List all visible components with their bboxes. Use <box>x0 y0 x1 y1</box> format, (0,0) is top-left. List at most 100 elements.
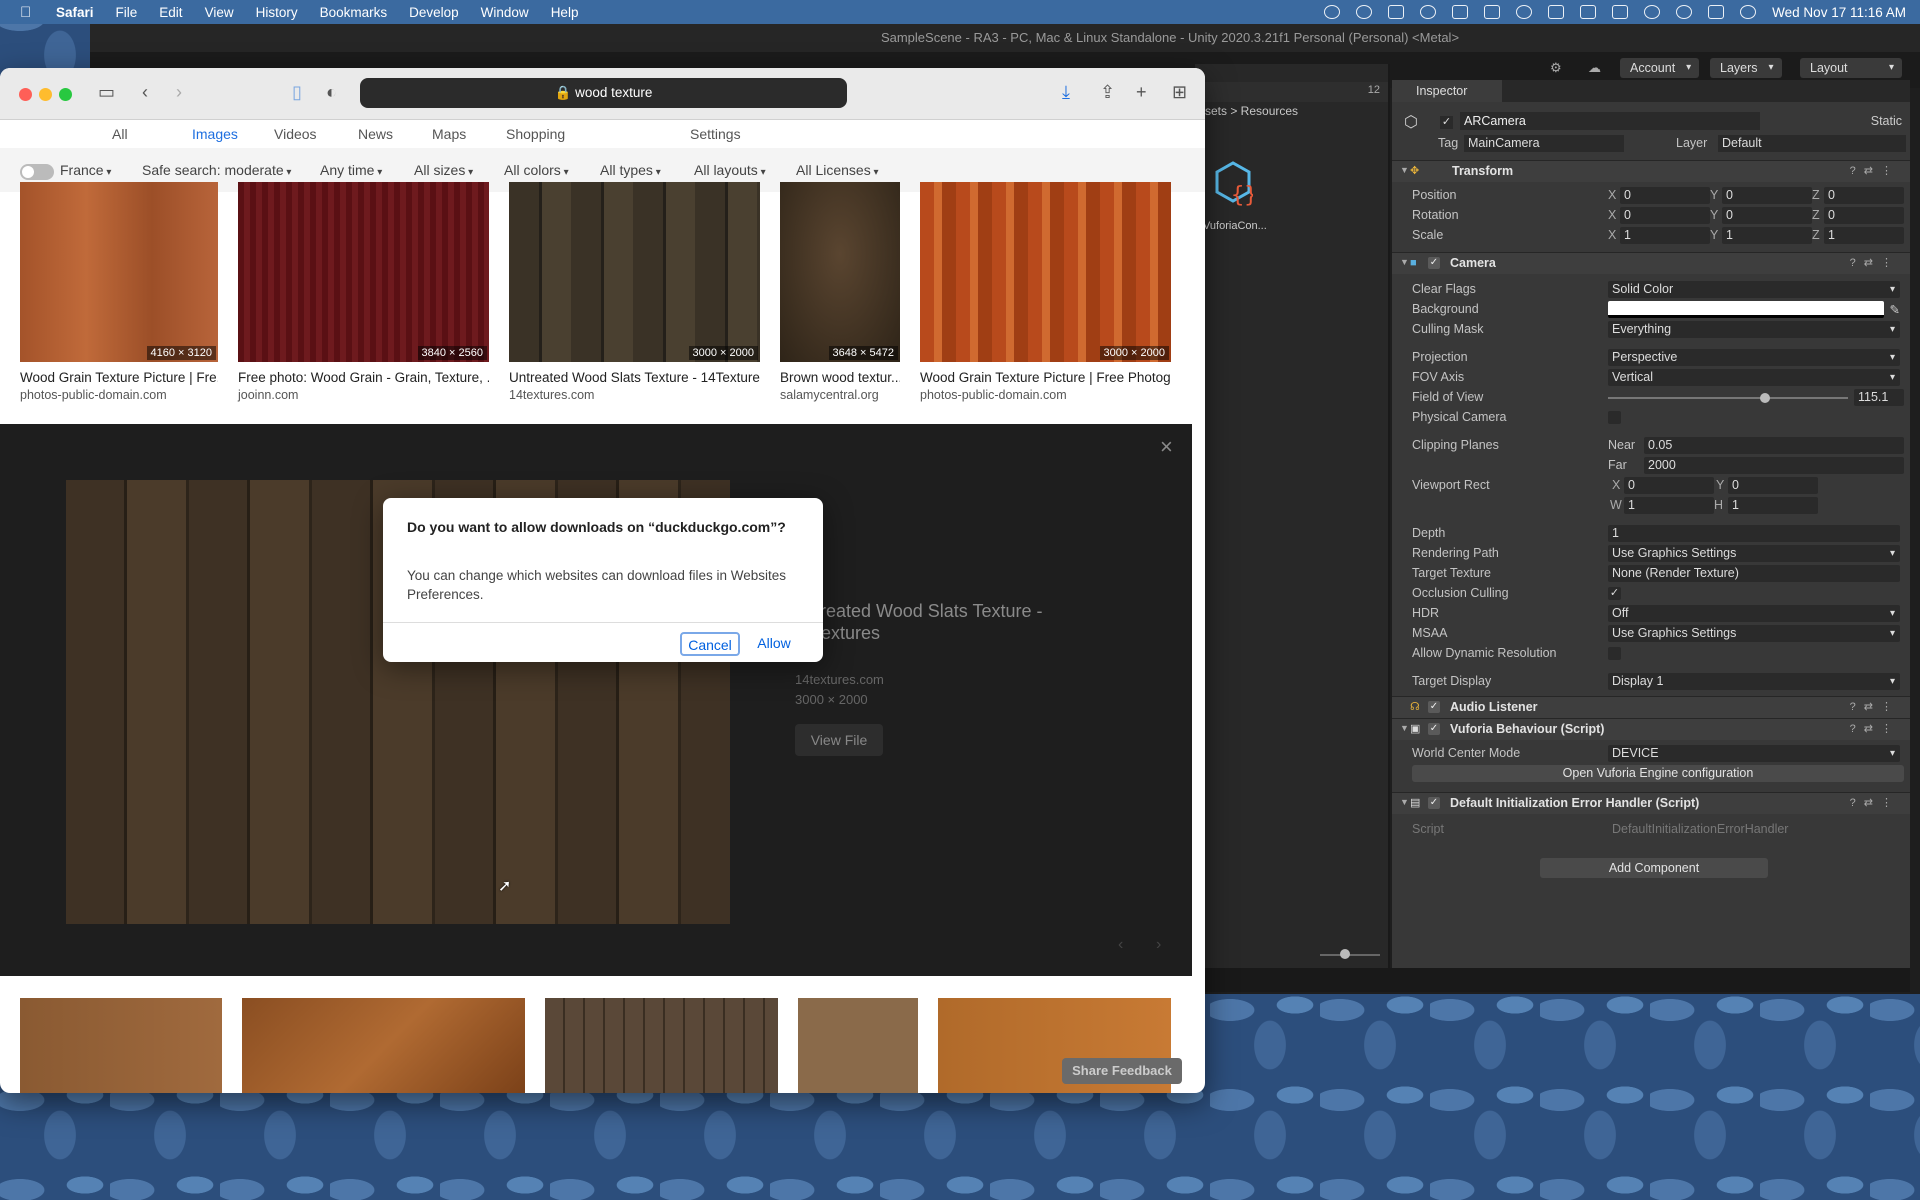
menu-app[interactable]: Safari <box>56 5 94 20</box>
collab-icon[interactable]: ⚙ <box>1550 60 1562 76</box>
rot-z[interactable]: 0 <box>1824 207 1904 224</box>
audio-header[interactable]: ☊ ✓ Audio Listener ?⇄⋮ <box>1392 696 1910 718</box>
layout-dropdown[interactable]: Layout <box>1800 58 1902 78</box>
pos-y[interactable]: 0 <box>1722 187 1812 204</box>
background-color-field[interactable] <box>1608 301 1884 318</box>
result-title[interactable]: Wood Grain Texture Picture | Free Photog… <box>920 370 1171 385</box>
filter-license[interactable]: All Licenses <box>796 162 879 178</box>
search-icon[interactable] <box>1676 5 1693 19</box>
depth-field[interactable]: 1 <box>1608 525 1900 542</box>
region-toggle[interactable] <box>20 164 54 180</box>
result-domain[interactable]: salamycentral.org <box>780 388 879 402</box>
menu-edit[interactable]: Edit <box>159 5 182 20</box>
far-field[interactable]: 2000 <box>1644 457 1904 474</box>
cancel-button[interactable]: Cancel <box>680 632 740 656</box>
allow-button[interactable]: Allow <box>751 632 797 656</box>
tag-dropdown[interactable]: MainCamera <box>1464 135 1624 152</box>
filter-safesearch[interactable]: Safe search: moderate <box>142 162 291 178</box>
cloud-icon[interactable] <box>1388 5 1405 19</box>
component-menu-icon[interactable]: ?⇄⋮ <box>1850 700 1900 713</box>
component-menu-icon[interactable]: ?⇄⋮ <box>1850 256 1900 269</box>
physical-checkbox[interactable] <box>1608 411 1621 424</box>
menu-help[interactable]: Help <box>551 5 579 20</box>
vuforia-header[interactable]: ▼ ▣ ✓ Vuforia Behaviour (Script) ?⇄⋮ <box>1392 718 1910 740</box>
menu-view[interactable]: View <box>205 5 234 20</box>
prev-image-icon[interactable]: ‹ <box>1118 936 1123 954</box>
bluetooth-icon[interactable] <box>1516 5 1533 19</box>
privacy-shield-icon[interactable]: ◐ <box>326 82 337 103</box>
next-image-icon[interactable]: › <box>1156 936 1161 954</box>
culling-dropdown[interactable]: Everything <box>1608 321 1900 338</box>
fov-axis-dropdown[interactable]: Vertical <box>1608 369 1900 386</box>
tab-inspector[interactable]: Inspector <box>1392 80 1502 102</box>
dynres-checkbox[interactable] <box>1608 647 1621 660</box>
component-menu-icon[interactable]: ?⇄⋮ <box>1850 796 1900 809</box>
menu-file[interactable]: File <box>116 5 138 20</box>
result-domain[interactable]: 14textures.com <box>509 388 594 402</box>
fov-field[interactable]: 115.1 <box>1854 389 1904 406</box>
share-feedback-button[interactable]: Share Feedback <box>1062 1058 1182 1084</box>
hdr-dropdown[interactable]: Off <box>1608 605 1900 622</box>
menu-develop[interactable]: Develop <box>409 5 459 20</box>
result-title[interactable]: Free photo: Wood Grain - Grain, Texture,… <box>238 370 489 385</box>
rot-x[interactable]: 0 <box>1620 207 1710 224</box>
vuforia-config-icon[interactable]: {} <box>1213 160 1253 206</box>
handler-enabled-checkbox[interactable]: ✓ <box>1428 797 1440 809</box>
mute-icon[interactable] <box>1548 5 1565 19</box>
view-file-button[interactable]: View File <box>795 724 883 756</box>
control-center-icon[interactable] <box>1708 5 1725 19</box>
new-tab-icon[interactable]: + <box>1136 82 1147 103</box>
result-title[interactable]: Untreated Wood Slats Texture - 14Texture… <box>509 370 760 385</box>
detail-domain[interactable]: 14textures.com <box>795 672 884 687</box>
result-domain[interactable]: jooinn.com <box>238 388 298 402</box>
tab-news[interactable]: News <box>358 126 393 142</box>
target-display-dropdown[interactable]: Display 1 <box>1608 673 1900 690</box>
projection-dropdown[interactable]: Perspective <box>1608 349 1900 366</box>
menu-window[interactable]: Window <box>481 5 529 20</box>
transform-header[interactable]: ▼ ✥ Transform ?⇄⋮ <box>1392 160 1910 182</box>
zoom-slider[interactable] <box>1320 949 1380 959</box>
result-title[interactable]: Wood Grain Texture Picture | Fre... <box>20 370 218 385</box>
result-image[interactable] <box>20 998 222 1093</box>
share-icon[interactable]: ⇪ <box>1100 82 1115 103</box>
result-image[interactable]: 3840 × 2560 <box>238 182 489 362</box>
result-image[interactable] <box>798 998 918 1093</box>
result-image[interactable]: 3648 × 5472 <box>780 182 900 362</box>
component-menu-icon[interactable]: ?⇄⋮ <box>1850 164 1900 177</box>
vuforia-enabled-checkbox[interactable]: ✓ <box>1428 723 1440 735</box>
result-image[interactable]: 3000 × 2000 <box>509 182 760 362</box>
target-tex-field[interactable]: None (Render Texture) <box>1608 565 1900 582</box>
sidebar-icon[interactable]: ▭ <box>98 82 115 103</box>
downloads-icon[interactable]: ⤓ <box>1062 82 1070 103</box>
viewport-w[interactable]: 1 <box>1624 497 1714 514</box>
open-vuforia-config-button[interactable]: Open Vuforia Engine configuration <box>1412 765 1904 782</box>
result-domain[interactable]: photos-public-domain.com <box>920 388 1067 402</box>
object-name-field[interactable]: ARCamera <box>1460 112 1760 130</box>
world-center-dropdown[interactable]: DEVICE <box>1608 745 1900 762</box>
tab-shopping[interactable]: Shopping <box>506 126 565 142</box>
filter-size[interactable]: All sizes <box>414 162 473 178</box>
cloud-services-icon[interactable]: ☁ <box>1588 60 1601 76</box>
scale-y[interactable]: 1 <box>1722 227 1812 244</box>
battery-icon[interactable] <box>1580 5 1597 19</box>
occlusion-checkbox[interactable]: ✓ <box>1608 587 1621 600</box>
minimize-window-icon[interactable] <box>39 88 52 101</box>
tab-images[interactable]: Images <box>192 126 238 142</box>
detail-title[interactable]: Untreated Wood Slats Texture - 14Texture… <box>792 600 1092 644</box>
filter-type[interactable]: All types <box>600 162 661 178</box>
eyedropper-icon[interactable]: ✎ <box>1890 302 1900 317</box>
near-field[interactable]: 0.05 <box>1644 437 1904 454</box>
camera-header[interactable]: ▼ ■ ✓ Camera ?⇄⋮ <box>1392 252 1910 274</box>
address-bar[interactable]: 🔒 wood texture <box>360 78 847 108</box>
asset-label[interactable]: VuforiaCon... <box>1203 220 1267 232</box>
scale-z[interactable]: 1 <box>1824 227 1904 244</box>
filter-region[interactable]: France <box>60 162 111 178</box>
close-detail-icon[interactable]: × <box>1160 434 1173 460</box>
filter-layout[interactable]: All layouts <box>694 162 766 178</box>
filter-time[interactable]: Any time <box>320 162 382 178</box>
result-image[interactable]: 4160 × 3120 <box>20 182 218 362</box>
record-icon[interactable] <box>1324 5 1341 19</box>
active-checkbox[interactable]: ✓ <box>1440 114 1453 129</box>
pos-x[interactable]: 0 <box>1620 187 1710 204</box>
close-window-icon[interactable] <box>19 88 32 101</box>
